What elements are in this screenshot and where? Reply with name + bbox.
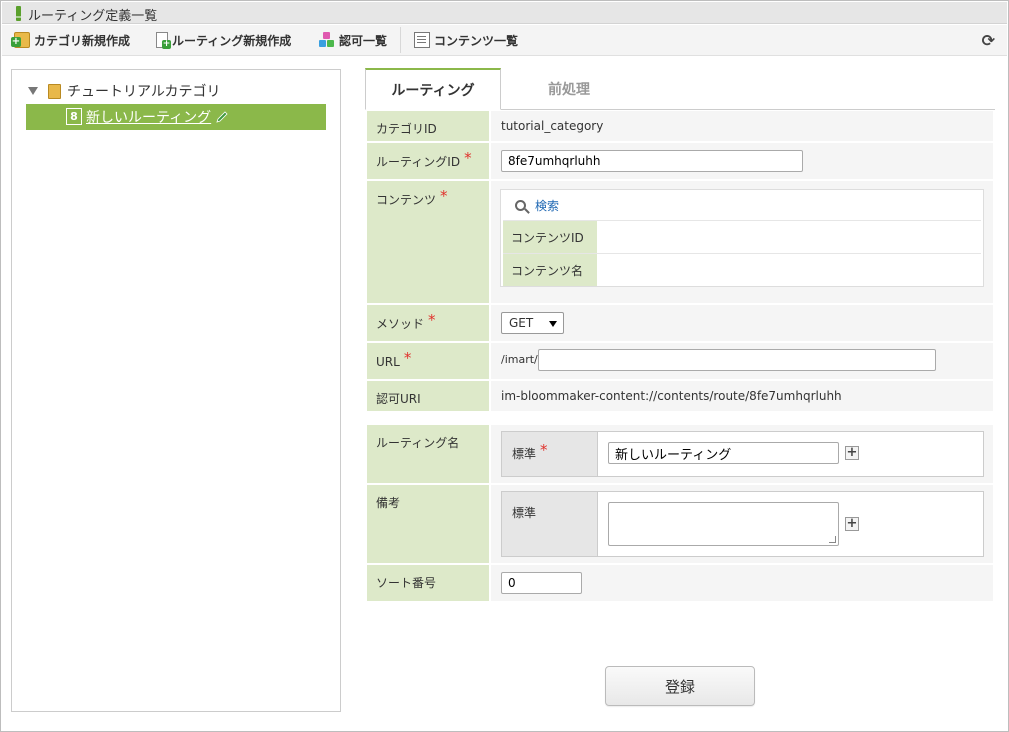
category-id-label: カテゴリID [367,111,489,141]
dropdown-arrow-icon [549,321,557,327]
tree-item-new-routing[interactable]: 8 新しいルーティング [26,104,326,130]
title-bar: ルーティング定義一覧 [2,2,1007,24]
new-routing-label: ルーティング新規作成 [172,33,292,48]
category-tree: チュートリアルカテゴリ 8 新しいルーティング [11,69,341,712]
method-label-text: メソッド [376,317,425,331]
search-link[interactable]: 検索 [515,197,559,214]
routing-id-input[interactable] [501,150,803,172]
sort-number-input[interactable] [501,572,582,594]
routing-name-label: ルーティング名 [367,425,489,483]
contents-id-label: コンテンツID [503,221,597,253]
routing-name-locale-label: 標準 * [502,432,598,476]
authorization-list-button[interactable]: 認可一覧 [319,25,387,55]
add-locale-button[interactable]: + [845,446,859,460]
refresh-icon[interactable]: ⟳ [982,31,995,50]
url-input[interactable] [538,349,936,371]
tree-root-label: チュートリアルカテゴリ [67,84,221,100]
tab-bar: ルーティング 前処理 [365,68,995,110]
routing-id-cell [491,143,993,179]
contents-label-text: コンテンツ [376,193,437,207]
folder-icon [48,83,61,99]
blocks-icon [319,32,335,48]
required-mark: * [540,441,548,459]
required-mark: * [440,187,448,205]
required-mark: * [428,311,436,329]
sort-number-label-text: ソート番号 [376,576,437,590]
auth-uri-cell: im-bloommaker-content://contents/route/8… [491,381,993,411]
required-mark: * [403,349,412,367]
routing-id-label-text: ルーティングID [376,155,461,169]
note-label-text: 備考 [376,496,401,510]
routing-name-input[interactable] [608,442,839,464]
contents-list-label: コンテンツ一覧 [434,33,519,48]
routing-name-label-text: ルーティング名 [376,436,460,450]
method-cell [491,305,993,341]
url-label: URL * [367,343,489,379]
list-icon [414,32,430,48]
pencil-icon [215,110,229,124]
title-marker-icon [16,6,21,21]
contents-selector: 検索 コンテンツID コンテンツ名 [500,189,984,287]
category-id-value: tutorial_category [501,119,604,133]
required-mark: * [464,149,472,167]
toolbar-divider [400,27,401,53]
locale-label-text: 標準 [512,447,537,461]
document-add-icon [156,32,171,49]
locale-label-text: 標準 [512,506,537,520]
toolbar: カテゴリ新規作成 ルーティング新規作成 認可一覧 コンテンツ一覧 ⟳ [2,25,1007,56]
url-label-text: URL [376,355,400,369]
add-locale-button[interactable]: + [845,517,859,531]
contents-list-button[interactable]: コンテンツ一覧 [414,25,518,55]
note-locale-label: 標準 [502,492,598,556]
category-id-cell: tutorial_category [491,111,993,141]
auth-uri-value: im-bloommaker-content://contents/route/8… [501,389,842,403]
method-select[interactable]: GET [501,312,564,334]
expand-triangle-icon[interactable] [28,87,38,95]
url-cell: /imart/ [491,343,993,379]
url-prefix: /imart/ [501,353,538,366]
category-id-label-text: カテゴリID [376,122,437,136]
page-title: ルーティング定義一覧 [28,9,158,24]
tab-routing[interactable]: ルーティング [365,68,501,110]
auth-uri-label: 認可URI [367,381,489,411]
routing-id-label: ルーティングID * [367,143,489,179]
app-window: ルーティング定義一覧 カテゴリ新規作成 ルーティング新規作成 認可一覧 コンテン… [0,0,1009,732]
new-category-button[interactable]: カテゴリ新規作成 [11,25,131,55]
routing-badge-icon: 8 [66,108,82,125]
note-textarea[interactable] [608,502,839,546]
auth-uri-label-text: 認可URI [376,392,421,406]
tree-item-label: 新しいルーティング [86,110,212,126]
note-label: 備考 [367,485,489,563]
tree-root-category[interactable]: チュートリアルカテゴリ [28,81,220,101]
sort-number-label: ソート番号 [367,565,489,601]
search-icon [515,200,526,211]
method-select-value: GET [509,316,534,330]
search-link-label: 検索 [535,199,560,213]
tab-preprocess[interactable]: 前処理 [501,68,637,110]
contents-label: コンテンツ * [367,181,489,303]
folder-add-icon [11,32,30,48]
contents-name-label: コンテンツ名 [503,254,597,286]
new-routing-button[interactable]: ルーティング新規作成 [156,25,291,55]
sort-number-cell [491,565,993,601]
register-button[interactable]: 登録 [605,666,755,706]
new-category-label: カテゴリ新規作成 [34,33,131,48]
method-label: メソッド * [367,305,489,341]
authorization-list-label: 認可一覧 [339,33,388,48]
